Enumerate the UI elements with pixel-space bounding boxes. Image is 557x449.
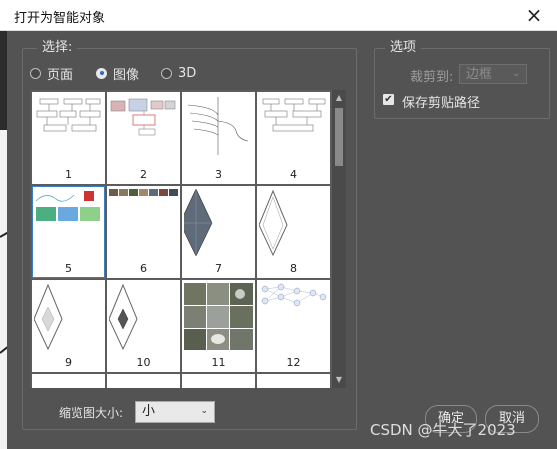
thumbnail-partial[interactable] (257, 374, 330, 388)
thumbnail-number: 4 (290, 168, 297, 181)
diagram-preview (34, 189, 103, 256)
thumb-size-value: 小 (142, 404, 156, 419)
thumbnail-partial[interactable] (107, 374, 180, 388)
radio-images[interactable]: 图像 (96, 65, 140, 83)
diamond-preview (259, 189, 328, 256)
thumbnail-number: 2 (140, 168, 147, 181)
options-legend: 选项 (385, 40, 422, 56)
thumbnail-1[interactable]: 1 (32, 92, 105, 184)
radio-circle-icon (30, 67, 41, 79)
radio-label: 页面 (47, 67, 74, 83)
radio-circle-icon (161, 67, 172, 79)
scroll-down-icon[interactable]: ▼ (332, 374, 346, 386)
thumbnail-number: 5 (65, 262, 72, 275)
scrollbar-thumb[interactable] (335, 108, 343, 166)
flowchart-preview (259, 95, 328, 162)
thumbnail-3[interactable]: 3 (182, 92, 255, 184)
thumbnail-number: 6 (140, 262, 147, 275)
title-bar: 打开为智能对象 × (0, 0, 557, 31)
thumbnail-partial[interactable] (182, 374, 255, 388)
thumbnail-partial[interactable] (32, 374, 105, 388)
window-title: 打开为智能对象 (14, 11, 106, 26)
thumbnail-7[interactable]: 7 (182, 186, 255, 278)
selection-legend: 选择: (37, 40, 78, 56)
thumb-size-select[interactable]: 小 ⌄ (135, 401, 215, 423)
dialog-body: 选择: 页面 图像 3D 1 2 3 4 5 6 7 8 9 10 11 12 … (7, 31, 557, 449)
radio-pages[interactable]: 页面 (30, 65, 74, 83)
thumb-size-label: 缩览图大小: (59, 406, 124, 420)
network-preview (259, 283, 328, 350)
radio-label: 图像 (113, 67, 140, 83)
save-clip-label: 保存剪贴路径 (402, 96, 481, 111)
chart-preview (184, 95, 253, 162)
aerial-photo-preview (184, 283, 253, 350)
thumbnail-6[interactable]: 6 (107, 186, 180, 278)
thumbnail-number: 3 (215, 168, 222, 181)
thumbnail-number: 7 (215, 262, 222, 275)
chevron-down-icon: ⌄ (200, 406, 208, 416)
thumbnail-number: 12 (286, 356, 301, 369)
diamond-preview (34, 283, 103, 350)
radio-label: 3D (178, 65, 197, 81)
diagram-preview (109, 95, 178, 162)
diamond-preview (109, 283, 178, 350)
thumbnail-4[interactable]: 4 (257, 92, 330, 184)
chevron-down-icon: ⌄ (512, 69, 520, 79)
crop-value: 边框 (466, 67, 493, 82)
thumbnail-11[interactable]: 11 (182, 280, 255, 372)
thumbnail-2[interactable]: 2 (107, 92, 180, 184)
thumbnail-number: 11 (211, 356, 226, 369)
crop-select[interactable]: 边框 ⌄ (459, 64, 527, 84)
scroll-up-icon[interactable]: ▲ (332, 92, 346, 104)
close-icon[interactable]: × (521, 2, 547, 28)
thumbnail-number: 8 (290, 262, 297, 275)
thumbnail-8[interactable]: 8 (257, 186, 330, 278)
thumbnail-scrollbar[interactable]: ▲ ▼ (332, 90, 346, 388)
flowchart-preview (34, 95, 103, 162)
thumbnail-number: 9 (65, 356, 72, 369)
diamond-preview (184, 189, 253, 256)
thumbnail-5[interactable]: 5 (32, 186, 105, 278)
thumbnail-number: 1 (65, 168, 72, 181)
thumbnail-grid[interactable]: 1 2 3 4 5 6 7 8 9 10 11 12 (30, 90, 346, 388)
thumbnail-10[interactable]: 10 (107, 280, 180, 372)
crop-label: 裁剪到: (410, 70, 454, 85)
radio-checked-icon (96, 67, 107, 79)
radio-3d[interactable]: 3D (161, 65, 196, 81)
thumbnail-12[interactable]: 12 (257, 280, 330, 372)
watermark-text: CSDN @牛大了2023 (370, 421, 516, 439)
thumbnail-9[interactable]: 9 (32, 280, 105, 372)
checkmark-icon[interactable]: ✔ (383, 94, 394, 105)
thumbnail-number: 10 (136, 356, 151, 369)
photo-strip-preview (109, 189, 178, 256)
